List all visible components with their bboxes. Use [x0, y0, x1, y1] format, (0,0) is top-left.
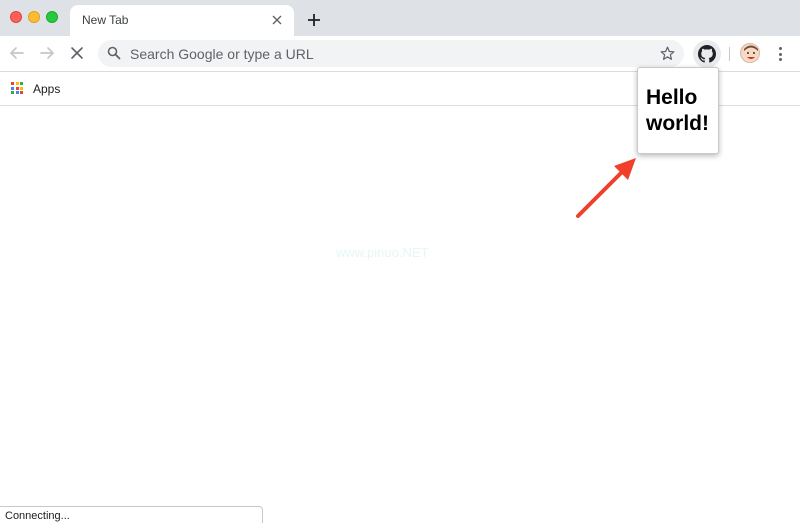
new-tab-button[interactable]	[304, 10, 324, 30]
annotation-arrow-icon	[576, 158, 636, 218]
back-button[interactable]	[6, 42, 28, 64]
toolbar: Search Google or type a URL	[0, 36, 800, 71]
star-icon[interactable]	[659, 45, 676, 62]
github-icon	[698, 45, 716, 63]
omnibox-placeholder: Search Google or type a URL	[130, 46, 314, 62]
stop-button[interactable]	[66, 42, 88, 64]
apps-grid-icon[interactable]	[11, 82, 23, 94]
tab-new-tab[interactable]: New Tab	[70, 5, 294, 36]
github-extension-button[interactable]	[693, 40, 721, 68]
tab-strip: New Tab	[0, 0, 800, 36]
minimize-window-button[interactable]	[28, 11, 40, 23]
plus-icon	[308, 14, 320, 26]
profile-avatar-icon	[742, 45, 759, 62]
arrow-right-icon	[40, 47, 54, 59]
tab-title: New Tab	[82, 13, 129, 27]
status-bubble: Connecting...	[0, 506, 263, 523]
more-vert-icon[interactable]	[772, 44, 788, 64]
watermark: www.pinuo.NET	[336, 245, 429, 260]
popup-text: Hello world!	[646, 86, 709, 135]
search-icon	[107, 46, 121, 60]
close-icon	[71, 47, 83, 59]
arrow-left-icon	[10, 47, 24, 59]
omnibox[interactable]: Search Google or type a URL	[98, 40, 684, 67]
zoom-window-button[interactable]	[46, 11, 58, 23]
close-window-button[interactable]	[10, 11, 22, 23]
apps-bookmark[interactable]: Apps	[33, 82, 60, 96]
close-icon[interactable]	[268, 11, 286, 29]
toolbar-divider	[729, 47, 730, 61]
browser-window: New Tab Search Google or type a URL Apps…	[0, 0, 800, 523]
forward-button[interactable]	[36, 42, 58, 64]
avatar[interactable]	[740, 43, 760, 63]
extension-popup: Hello world!	[637, 67, 719, 154]
